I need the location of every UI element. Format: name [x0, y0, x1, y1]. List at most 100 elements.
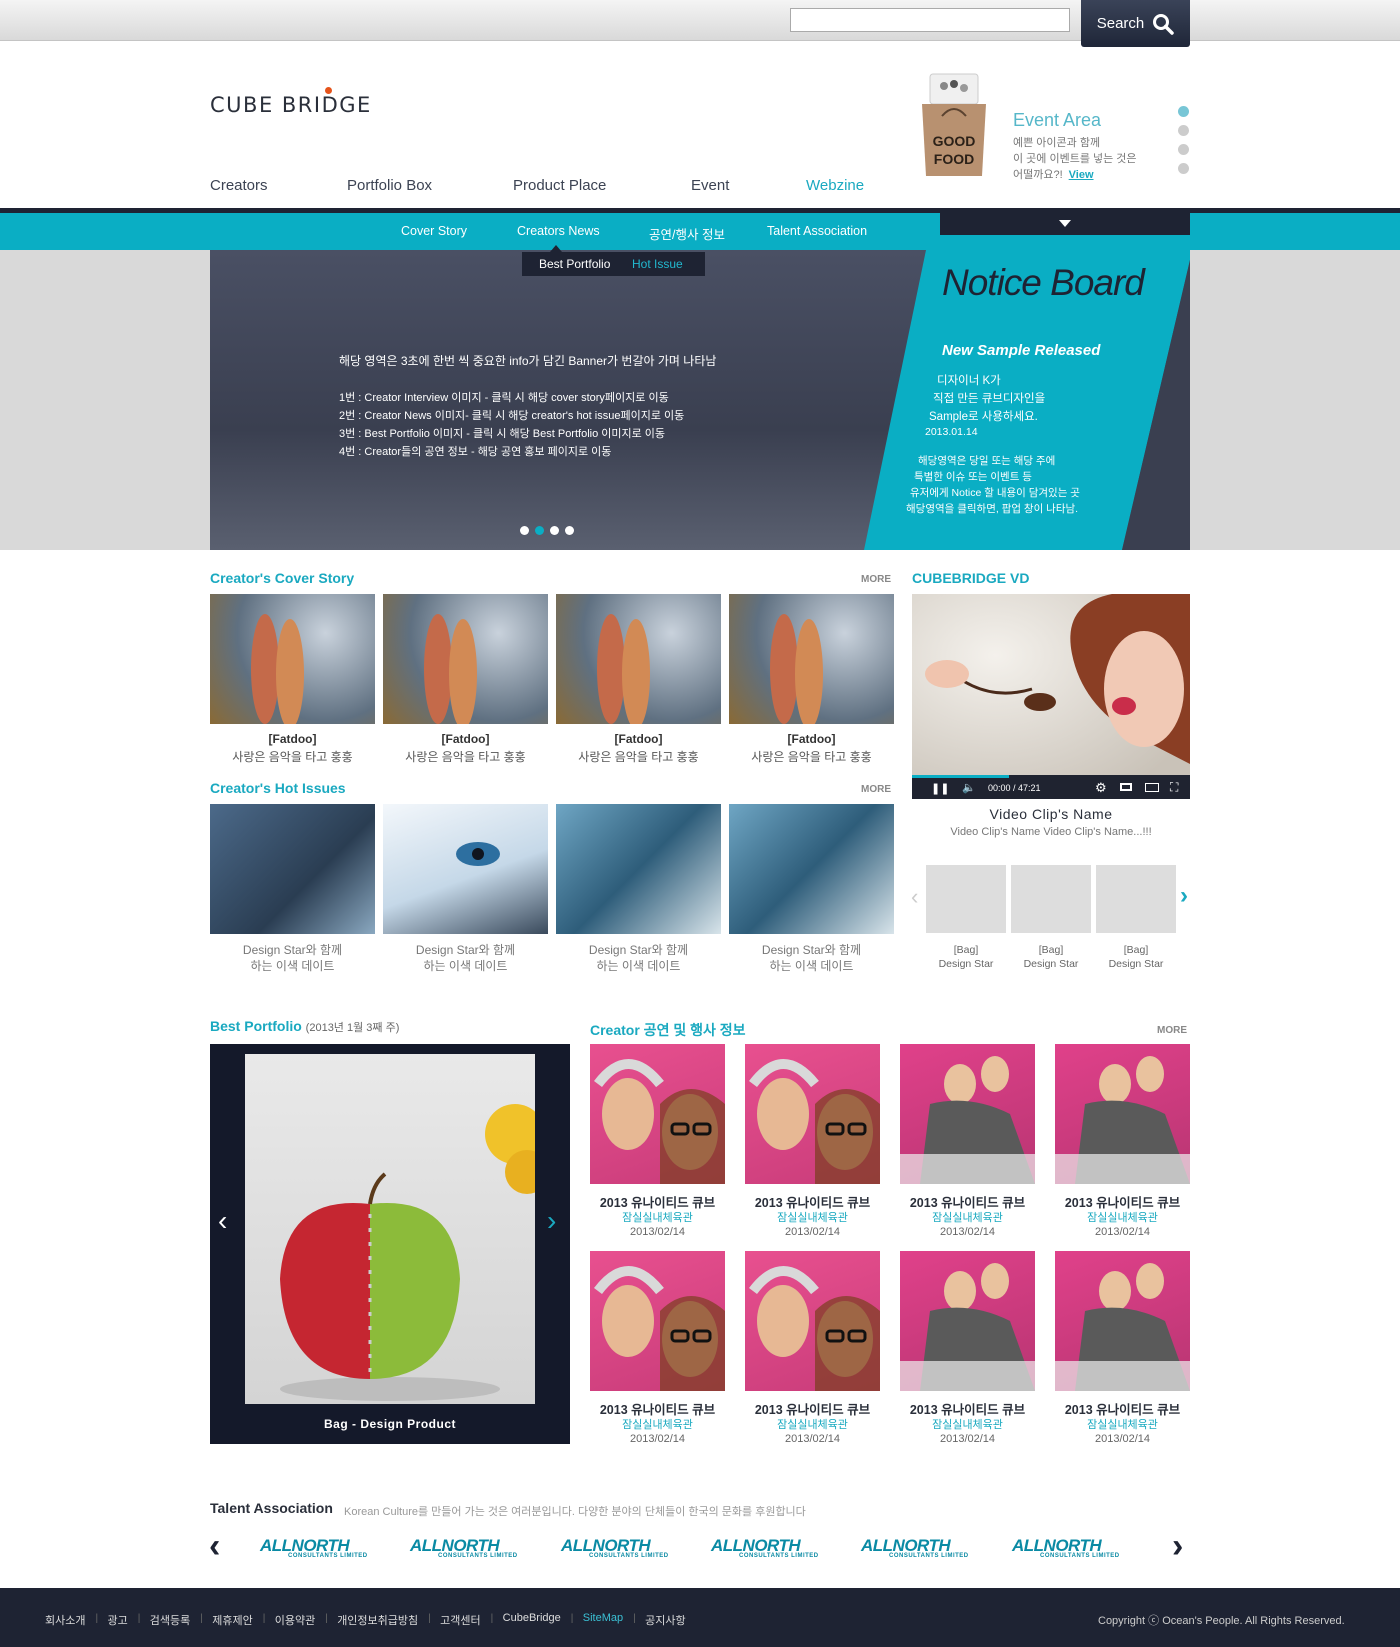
hot-thumb-4[interactable] [729, 804, 894, 934]
submenu-best-portfolio[interactable]: Best Portfolio [539, 257, 610, 271]
nav-creators[interactable]: Creators [210, 177, 268, 194]
talent-desc: Korean Culture를 만들어 가는 것은 여러분입니다. 다양한 분야… [344, 1506, 806, 1518]
subnav-performance-info[interactable]: 공연/행사 정보 [649, 224, 725, 243]
allnorth-logo-1[interactable]: ALLNORTH CONSULTANTS LIMITED [260, 1536, 380, 1559]
subnav-creators-news[interactable]: Creators News [517, 224, 600, 238]
hot-thumb-2[interactable] [383, 804, 548, 934]
hot-line2-2: 하는 이색 데이트 [423, 959, 508, 973]
allnorth-logo-4[interactable]: ALLNORTH CONSULTANTS LIMITED [711, 1536, 831, 1559]
allnorth-logo-3[interactable]: ALLNORTH CONSULTANTS LIMITED [561, 1536, 681, 1559]
banner-headline: 해당 영역은 3초에 한번 씩 중요한 info가 담긴 Banner가 번갈아… [339, 354, 717, 368]
event-dot-2[interactable] [1178, 125, 1189, 136]
footer-link[interactable]: CubeBridge [503, 1612, 561, 1624]
cover-desc-2: 사랑은 음악을 타고 훙훙 [405, 750, 526, 764]
event-thumb[interactable] [745, 1044, 880, 1184]
cover-thumb-4[interactable] [729, 594, 894, 724]
video-section-title: CUBEBRIDGE VD [912, 570, 1030, 586]
good-food-bag-image[interactable]: GOOD FOOD [918, 72, 990, 182]
svg-text:FOOD: FOOD [934, 151, 974, 167]
svg-text:GOOD: GOOD [933, 133, 976, 149]
nav-webzine[interactable]: Webzine [806, 177, 864, 194]
dropdown-toggle[interactable] [940, 213, 1190, 235]
submenu-hot-issue[interactable]: Hot Issue [632, 257, 683, 271]
allnorth-logo-6[interactable]: ALLNORTH CONSULTANTS LIMITED [1012, 1536, 1132, 1559]
banner-dot-2[interactable] [535, 526, 544, 535]
fullscreen-icon[interactable]: ⛶ [1170, 780, 1178, 795]
cover-thumb-1[interactable] [210, 594, 375, 724]
event-line-3: 어떨까요?! View [1013, 169, 1094, 181]
video-next-arrow[interactable]: › [1180, 882, 1188, 910]
subnav-cover-story[interactable]: Cover Story [401, 224, 467, 238]
pause-icon[interactable]: ❚❚ [931, 782, 949, 795]
nav-product-place[interactable]: Product Place [513, 177, 606, 194]
video-progress-bar[interactable] [912, 775, 1010, 778]
notice-subtitle: New Sample Released [942, 342, 1101, 359]
hot-line1-4: Design Star와 함께 [761, 943, 862, 957]
event-thumb[interactable] [900, 1044, 1035, 1184]
event-thumb[interactable] [1055, 1044, 1190, 1184]
event-thumb[interactable] [1055, 1251, 1190, 1391]
event-dot-1[interactable] [1178, 106, 1189, 117]
nav-portfolio-box[interactable]: Portfolio Box [347, 177, 432, 194]
best-portfolio-image[interactable] [245, 1054, 535, 1404]
footer-link[interactable]: 회사소개 [45, 1612, 85, 1628]
event-thumb[interactable] [900, 1251, 1035, 1391]
video-thumb-tag-2: [Bag] [1038, 944, 1064, 956]
event-place: 잠실실내체육관 [1087, 1212, 1158, 1224]
event-view-link[interactable]: View [1069, 169, 1094, 181]
footer-link[interactable]: 공지사항 [645, 1612, 685, 1628]
hot-line2-3: 하는 이색 데이트 [596, 959, 681, 973]
chevron-down-icon [1059, 220, 1071, 227]
banner-line-1: 1번 : Creator Interview 이미지 - 클릭 시 해당 cov… [339, 392, 669, 404]
hot-issues-more-link[interactable]: MORE [861, 784, 891, 795]
banner-dot-1[interactable] [520, 526, 529, 535]
wide-screen-icon[interactable] [1145, 783, 1159, 792]
logo[interactable]: CUBE BRIDGE [210, 87, 372, 117]
subnav-talent-association[interactable]: Talent Association [767, 224, 867, 238]
footer-link[interactable]: 광고 [107, 1612, 127, 1628]
footer-link[interactable]: 이용약관 [275, 1612, 315, 1628]
allnorth-logo-2[interactable]: ALLNORTH CONSULTANTS LIMITED [410, 1536, 530, 1559]
search-button[interactable]: Search [1081, 0, 1190, 47]
apple-image [280, 1104, 535, 1401]
video-thumb-3[interactable] [1096, 865, 1176, 933]
video-thumb-2[interactable] [1011, 865, 1091, 933]
cover-thumb-3[interactable] [556, 594, 721, 724]
settings-icon[interactable]: ⚙ [1095, 780, 1107, 796]
video-prev-arrow[interactable]: ‹ [911, 884, 918, 910]
event-thumb[interactable] [590, 1044, 725, 1184]
hot-thumb-3[interactable] [556, 804, 721, 934]
video-clip-name: Video Clip's Name [989, 806, 1113, 822]
cover-name-2: [Fatdoo] [441, 732, 490, 746]
footer-link[interactable]: 개인정보취급방침 [337, 1612, 418, 1628]
allnorth-logo-5[interactable]: ALLNORTH CONSULTANTS LIMITED [861, 1536, 981, 1559]
notice-line-3: Sample로 사용하세요. [929, 411, 1038, 423]
volume-icon[interactable]: 🔈 [962, 781, 976, 794]
video-player[interactable] [912, 594, 1190, 799]
cover-thumb-2[interactable] [383, 594, 548, 724]
footer-link[interactable]: 고객센터 [440, 1612, 480, 1628]
footer-link[interactable]: SiteMap [583, 1612, 623, 1624]
banner-dot-4[interactable] [565, 526, 574, 535]
talent-next-arrow[interactable]: › [1172, 1527, 1183, 1566]
event-area-title: Event Area [1013, 110, 1102, 130]
footer-link[interactable]: 제휴제안 [212, 1612, 252, 1628]
event-dot-4[interactable] [1178, 163, 1189, 174]
cover-story-more-link[interactable]: MORE [861, 574, 891, 585]
event-dot-3[interactable] [1178, 144, 1189, 155]
events-more-link[interactable]: MORE [1157, 1025, 1187, 1036]
hot-thumb-1[interactable] [210, 804, 375, 934]
small-screen-icon[interactable] [1120, 783, 1132, 791]
footer-link[interactable]: 검색등록 [150, 1612, 190, 1628]
video-thumb-1[interactable] [926, 865, 1006, 933]
video-time: 00:00 / 47:21 [988, 783, 1041, 793]
portfolio-next-arrow[interactable]: › [547, 1205, 556, 1237]
nav-event[interactable]: Event [691, 177, 729, 194]
portfolio-prev-arrow[interactable]: ‹ [218, 1205, 227, 1237]
event-thumb[interactable] [745, 1251, 880, 1391]
event-thumb[interactable] [590, 1251, 725, 1391]
talent-prev-arrow[interactable]: ‹ [209, 1527, 220, 1566]
banner-dot-3[interactable] [550, 526, 559, 535]
search-input[interactable] [790, 8, 1070, 32]
notice-line-1: 디자이너 K가 [937, 375, 1001, 387]
